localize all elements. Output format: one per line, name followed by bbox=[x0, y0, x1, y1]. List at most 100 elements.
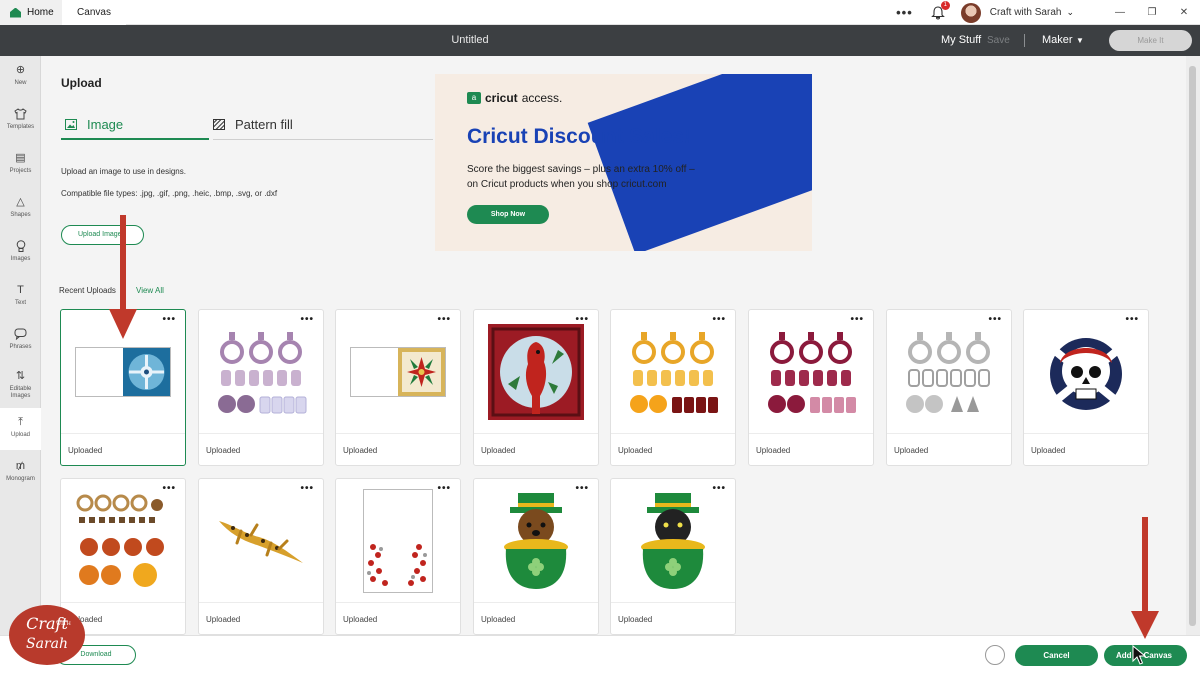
upload-panel: Upload Image Pattern fill Upload an imag… bbox=[42, 56, 1182, 635]
ad-brand-suffix: access. bbox=[521, 91, 563, 105]
left-tool-rail: ⊕ New Templates ▤ Projects △ Shapes Imag… bbox=[0, 56, 41, 673]
more-menu-icon[interactable]: ••• bbox=[896, 5, 913, 20]
machine-selector[interactable]: Maker bbox=[1042, 25, 1073, 56]
rail-item-images[interactable]: Images bbox=[0, 232, 41, 274]
rail-label: Monogram bbox=[6, 476, 35, 482]
editable-images-icon: ⇅ bbox=[15, 369, 26, 382]
rail-label: Upload bbox=[10, 432, 30, 438]
pattern-fill-icon bbox=[213, 119, 225, 130]
notification-badge: 1 bbox=[940, 0, 950, 10]
upload-card[interactable]: ••• Uploaded bbox=[198, 309, 324, 466]
home-tab-label: Home bbox=[27, 7, 54, 18]
rail-label: Phrases bbox=[9, 344, 32, 350]
upload-card[interactable]: ••• Uploaded bbox=[1023, 309, 1149, 466]
card-thumbnail bbox=[887, 310, 1011, 434]
rail-label: Shapes bbox=[10, 212, 31, 218]
upload-footer: Download Cancel Add to Canvas bbox=[0, 635, 1200, 673]
card-thumbnail bbox=[474, 310, 598, 434]
upload-card[interactable]: ••• Uploaded bbox=[335, 309, 461, 466]
lightbulb-icon bbox=[14, 239, 28, 253]
card-caption: Uploaded bbox=[1031, 446, 1066, 455]
card-more-icon[interactable]: ••• bbox=[1125, 314, 1139, 325]
card-thumbnail bbox=[611, 479, 735, 603]
view-all-link[interactable]: View All bbox=[136, 286, 164, 295]
rail-item-new[interactable]: ⊕ New bbox=[0, 56, 41, 98]
mouse-cursor-icon bbox=[1132, 645, 1146, 665]
upload-card[interactable]: ••• Uploaded bbox=[748, 309, 874, 466]
vertical-scrollbar[interactable] bbox=[1186, 56, 1200, 635]
monogram-icon: ₥ bbox=[15, 459, 26, 472]
card-caption: Uploaded bbox=[68, 446, 103, 455]
card-more-icon[interactable]: ••• bbox=[300, 483, 314, 494]
upload-card[interactable]: ••• Uploaded bbox=[886, 309, 1012, 466]
rail-item-text[interactable]: T Text bbox=[0, 276, 41, 318]
user-menu-chevron-icon[interactable]: ⌄ bbox=[1066, 7, 1074, 18]
projects-icon: ▤ bbox=[15, 151, 26, 164]
card-more-icon[interactable]: ••• bbox=[575, 314, 589, 325]
card-more-icon[interactable]: ••• bbox=[162, 314, 176, 325]
rail-item-shapes[interactable]: △ Shapes bbox=[0, 188, 41, 230]
make-it-button[interactable]: Make It bbox=[1109, 30, 1192, 51]
rail-item-phrases[interactable]: Phrases bbox=[0, 320, 41, 362]
card-more-icon[interactable]: ••• bbox=[712, 483, 726, 494]
shop-now-button[interactable]: Shop Now bbox=[467, 205, 549, 224]
card-more-icon[interactable]: ••• bbox=[988, 314, 1002, 325]
shirt-icon bbox=[14, 107, 28, 121]
upload-card[interactable]: ••• Uploaded bbox=[335, 478, 461, 635]
machine-chevron-down-icon[interactable]: ▼ bbox=[1076, 25, 1084, 56]
restore-icon[interactable]: ❐ bbox=[1136, 7, 1168, 18]
header-divider bbox=[1024, 34, 1025, 47]
cricut-access-ad-banner[interactable]: a cricut access. Cricut Discount Sales! … bbox=[435, 74, 812, 251]
rail-label: Projects bbox=[9, 168, 32, 174]
upload-card[interactable]: ••• Uploaded bbox=[473, 309, 599, 466]
save-button[interactable]: Save bbox=[987, 25, 1010, 56]
minimize-icon[interactable]: — bbox=[1104, 7, 1136, 18]
rail-item-projects[interactable]: ▤ Projects bbox=[0, 144, 41, 186]
watermark-with: WITH bbox=[56, 621, 71, 627]
rail-label: Images bbox=[10, 256, 31, 262]
tab-pattern-fill[interactable]: Pattern fill bbox=[213, 110, 433, 140]
cancel-button[interactable]: Cancel bbox=[1015, 645, 1098, 666]
card-thumbnail bbox=[199, 310, 323, 434]
rail-label: New bbox=[14, 80, 27, 86]
card-more-icon[interactable]: ••• bbox=[437, 483, 451, 494]
rail-item-editable-images[interactable]: ⇅ Editable Images bbox=[0, 362, 41, 404]
card-more-icon[interactable]: ••• bbox=[162, 483, 176, 494]
card-caption: Uploaded bbox=[618, 615, 653, 624]
user-name[interactable]: Craft with Sarah bbox=[990, 7, 1062, 18]
my-stuff-link[interactable]: My Stuff bbox=[941, 25, 981, 56]
card-more-icon[interactable]: ••• bbox=[850, 314, 864, 325]
craft-with-sarah-watermark-logo: Craft WITH Sarah bbox=[9, 605, 85, 665]
upload-card[interactable]: ••• Uploaded bbox=[473, 478, 599, 635]
tab-image[interactable]: Image bbox=[61, 110, 209, 140]
card-more-icon[interactable]: ••• bbox=[712, 314, 726, 325]
top-right-controls: ••• 1 Craft with Sarah ⌄ — ❐ ✕ bbox=[896, 0, 1200, 25]
card-thumbnail bbox=[611, 310, 735, 434]
home-tab[interactable]: Home bbox=[0, 0, 62, 25]
notifications-bell-icon[interactable]: 1 bbox=[930, 0, 950, 20]
rail-item-upload[interactable]: ⤒ Upload bbox=[0, 408, 41, 450]
card-more-icon[interactable]: ••• bbox=[575, 483, 589, 494]
scrollbar-thumb[interactable] bbox=[1189, 66, 1196, 626]
card-thumbnail bbox=[1024, 310, 1148, 434]
card-more-icon[interactable]: ••• bbox=[437, 314, 451, 325]
card-more-icon[interactable]: ••• bbox=[300, 314, 314, 325]
upload-card[interactable]: ••• Uploaded bbox=[610, 309, 736, 466]
ad-subtext-line2: on Cricut products when you shop cricut.… bbox=[467, 179, 667, 190]
user-avatar[interactable] bbox=[960, 2, 981, 23]
rail-item-templates[interactable]: Templates bbox=[0, 100, 41, 142]
home-icon bbox=[10, 7, 21, 18]
upload-description: Upload an image to use in designs. bbox=[61, 167, 186, 176]
card-caption: Uploaded bbox=[206, 615, 241, 624]
close-icon[interactable]: ✕ bbox=[1168, 7, 1200, 18]
ad-subtext-line1: Score the biggest savings – plus an extr… bbox=[467, 164, 695, 175]
upload-card[interactable]: ••• Uploaded bbox=[60, 478, 186, 635]
rail-label: Editable Images bbox=[9, 386, 32, 399]
rail-label: Text bbox=[14, 300, 26, 306]
document-title[interactable]: Untitled bbox=[0, 25, 940, 56]
tab-pattern-label: Pattern fill bbox=[235, 117, 293, 132]
upload-card[interactable]: ••• Uploaded bbox=[610, 478, 736, 635]
upload-card[interactable]: ••• Uploaded bbox=[198, 478, 324, 635]
canvas-tab[interactable]: Canvas bbox=[62, 0, 126, 25]
rail-item-monogram[interactable]: ₥ Monogram bbox=[0, 452, 41, 494]
